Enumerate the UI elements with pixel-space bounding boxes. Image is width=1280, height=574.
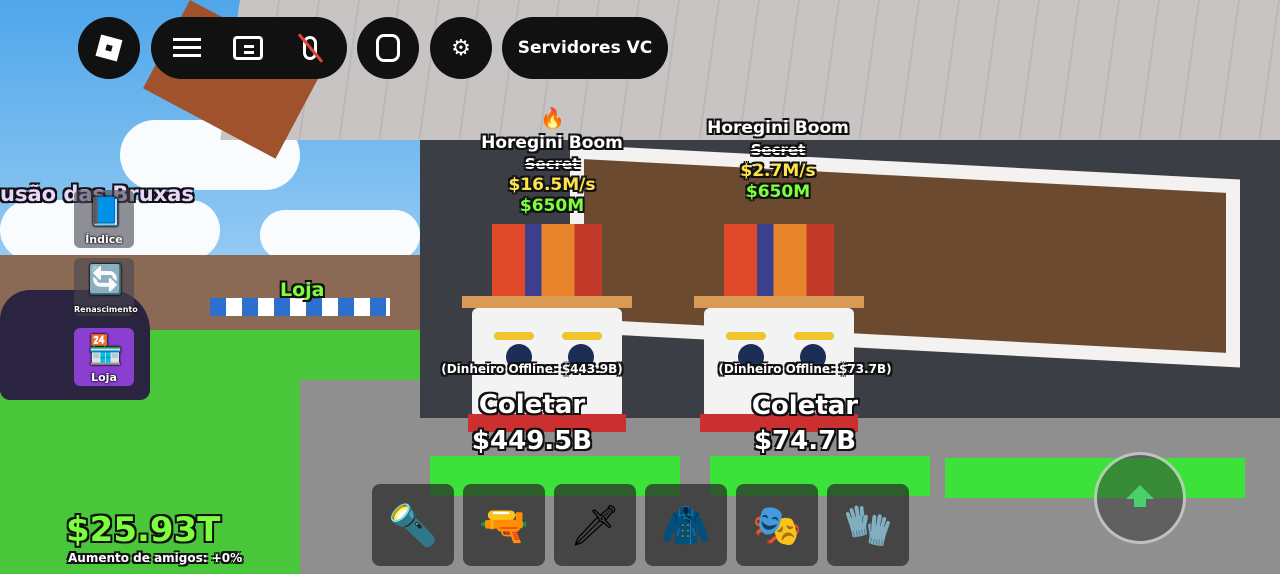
rebirth-label: Renascimento [74, 305, 138, 314]
collect-amount: $74.7B [753, 426, 857, 456]
shop-button[interactable]: 🏪 Loja [74, 328, 134, 386]
jump-arrow-icon [1126, 485, 1154, 507]
truck-roofbar [462, 296, 632, 308]
hotbar-slot-5[interactable]: 🎭 [736, 484, 818, 566]
hotbar-slot-1[interactable]: 🔦 [372, 484, 454, 566]
brainrot-name: Horegini Boom [481, 133, 623, 153]
menu-button[interactable] [156, 17, 218, 79]
rebirth-button[interactable]: 🔄 Renascimento [74, 258, 138, 316]
dark-cloak-icon: 🧥 [661, 502, 711, 549]
blue-gauntlet-icon: 🧤 [843, 502, 893, 549]
settings-button[interactable]: ⚙ [430, 17, 492, 79]
brainrot-income: $2.7M/s [740, 161, 816, 181]
hotbar-slot-6[interactable]: 🧤 [827, 484, 909, 566]
store-icon: 🏪 [88, 333, 123, 366]
mic-button[interactable] [279, 17, 341, 79]
flashlight-tool-icon: 🔦 [388, 502, 438, 549]
book-icon: 📘 [88, 195, 123, 228]
hotbar-slot-4[interactable]: 🧥 [645, 484, 727, 566]
base-window [570, 144, 1240, 368]
truck-brow [726, 332, 766, 340]
shop-sign: Loja [280, 279, 325, 301]
backpack-button[interactable] [357, 17, 419, 79]
brainrot-price: $650M [745, 182, 811, 202]
fire-icon: 🔥 [540, 106, 565, 130]
brainrot-rarity: Secret [524, 155, 580, 173]
backpack-icon [376, 34, 400, 62]
index-button[interactable]: 📘 Índice [74, 190, 134, 248]
blue-orange-blaster-icon: 🔫 [479, 502, 529, 549]
collect-amount: $449.5B [471, 426, 593, 456]
truck-brow [562, 332, 602, 340]
rainbow-sword-icon: 🗡 [569, 502, 621, 549]
truck-roofbar [694, 296, 864, 308]
jump-button[interactable] [1094, 452, 1186, 544]
friends-boost: Aumento de amigos: +0% [68, 551, 243, 565]
hotbar-slot-2[interactable]: 🔫 [463, 484, 545, 566]
chat-icon [233, 36, 263, 60]
cloud [260, 210, 420, 260]
gear-icon: ⚙ [451, 35, 471, 61]
chat-button[interactable] [217, 17, 279, 79]
truck-brow [794, 332, 834, 340]
truck-brow [494, 332, 534, 340]
offline-money: (Dinheiro Offline: $443.9B) [441, 362, 623, 376]
brainrot-rarity: Secret [750, 141, 806, 159]
index-label: Índice [85, 233, 123, 246]
brainrot-name: Horegini Boom [707, 118, 849, 138]
collect-label[interactable]: Coletar [432, 390, 632, 420]
hamburger-icon [173, 38, 201, 58]
roblox-menu-button[interactable] [78, 17, 140, 79]
voice-servers-button[interactable]: Servidores VC [502, 17, 668, 79]
shop-label: Loja [91, 371, 117, 384]
roblox-logo-icon [95, 34, 123, 62]
money-counter: $25.93T [66, 510, 221, 550]
offline-money: (Dinheiro Offline: $73.7B) [718, 362, 892, 376]
truck-cargo [492, 224, 602, 304]
hotbar-slot-3[interactable]: 🗡 [554, 484, 636, 566]
refresh-icon: 🔄 [88, 263, 123, 296]
brainrot-income: $16.5M/s [508, 175, 596, 195]
truck-cargo [724, 224, 834, 304]
game-viewport[interactable] [0, 0, 1280, 574]
brainrot-price: $650M [519, 196, 585, 216]
green-mask-icon: 🎭 [752, 502, 802, 549]
collect-label[interactable]: Coletar [705, 391, 905, 421]
